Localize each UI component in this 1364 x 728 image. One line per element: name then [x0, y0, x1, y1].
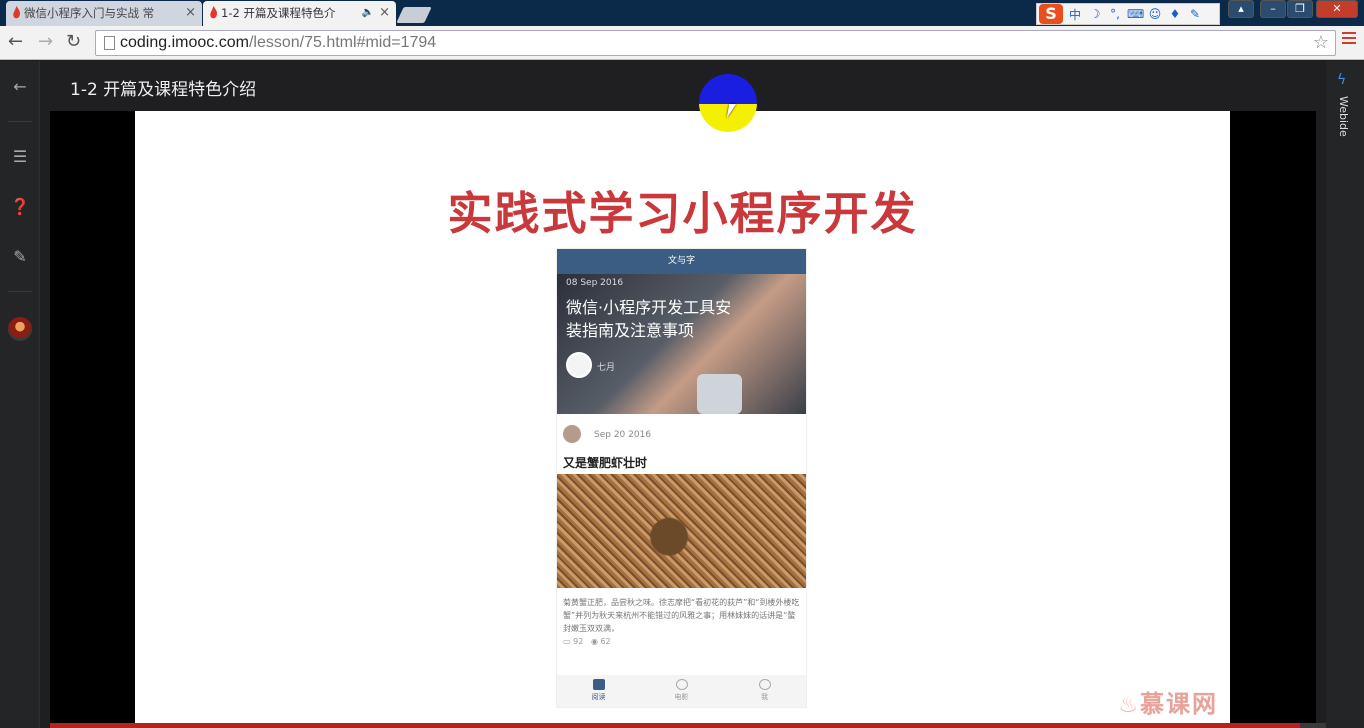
address-bar[interactable]: coding.imooc.com/lesson/75.html#mid=1794…: [95, 30, 1336, 56]
chat-bubble-icon: [758, 679, 771, 690]
chrome-menu-icon[interactable]: [1342, 32, 1356, 47]
hero-banner: 08 Sep 2016 微信·小程序开发工具安装指南及注意事项 七月: [557, 274, 806, 414]
back-arrow-icon[interactable]: ←: [10, 77, 30, 96]
app-tab-movie: 电影: [640, 675, 723, 707]
read-icon: [592, 679, 605, 690]
film-reel-icon: [675, 679, 688, 690]
moon-icon[interactable]: ☽: [1087, 7, 1103, 21]
post-body: 菊黄蟹正肥，品尝秋之味。徐志摩把“看初花的荻芦”和“到楼外楼吃蟹”并列为秋天来杭…: [563, 598, 800, 633]
lesson-header: 1-2 开篇及课程特色介绍: [40, 61, 1326, 111]
webide-tab[interactable]: Webide: [1337, 96, 1350, 137]
video-progress-bar[interactable]: [50, 723, 1326, 728]
avatar[interactable]: [8, 317, 32, 341]
bookmark-star-icon[interactable]: ☆: [1313, 32, 1329, 53]
ime-toolbar: S 中 ☽ °, ⌨ ☺ ♦ ✎: [1036, 3, 1220, 25]
close-icon[interactable]: ×: [185, 1, 196, 25]
app-title: 文与字: [557, 249, 806, 274]
ime-language-toggle[interactable]: 中: [1067, 6, 1083, 23]
post-meta: Sep 20 2016: [557, 414, 806, 454]
app-tab-label: 我: [761, 693, 768, 701]
chapter-list-icon[interactable]: ☰: [10, 147, 30, 166]
note-pencil-icon[interactable]: ✎: [10, 247, 30, 266]
wrench-icon[interactable]: ✎: [1187, 7, 1203, 21]
post-title: 又是蟹肥虾壮时: [563, 456, 648, 470]
user-icon[interactable]: ☺: [1147, 7, 1163, 21]
phone-in-hand-image: [697, 374, 742, 414]
account-button[interactable]: ▴: [1228, 0, 1254, 18]
comment-count: 92: [573, 637, 584, 646]
reload-icon[interactable]: ↻: [66, 31, 81, 53]
cursor-highlight: [699, 74, 757, 132]
skin-icon[interactable]: ♦: [1167, 7, 1183, 21]
browser-tab-strip: 微信小程序入门与实战 常 × 1-2 开篇及课程特色介 🔈 × S 中 ☽ °,…: [0, 0, 1364, 26]
post-date: Sep 20 2016: [594, 430, 652, 440]
hero-date: 08 Sep 2016: [566, 278, 624, 288]
post-stats: ▭ 92 ◉ 62: [557, 634, 806, 654]
imooc-watermark: ♨慕课网: [1118, 684, 1218, 719]
keyboard-icon[interactable]: ⌨: [1127, 7, 1144, 21]
app-tab-me: 我: [723, 675, 806, 707]
lightning-icon[interactable]: ϟ: [1337, 72, 1346, 88]
app-tab-bar: 阅读 电影 我: [557, 675, 806, 707]
imooc-favicon-icon: [13, 6, 21, 19]
url-host: coding.imooc.com: [120, 34, 249, 51]
browser-tab-course[interactable]: 微信小程序入门与实战 常 ×: [6, 1, 202, 26]
browser-toolbar: ← → ↻ coding.imooc.com/lesson/75.html#mi…: [0, 26, 1364, 60]
phone-mockup: 文与字 08 Sep 2016 微信·小程序开发工具安装指南及注意事项 七月 S…: [556, 248, 807, 708]
divider: [8, 291, 32, 292]
back-icon[interactable]: ←: [8, 31, 23, 53]
view-count: 62: [600, 637, 611, 646]
divider: [8, 121, 32, 122]
browser-tab-lesson[interactable]: 1-2 开篇及课程特色介 🔈 ×: [203, 1, 396, 26]
right-rail: [1326, 61, 1364, 728]
brand-text: 慕课网: [1140, 690, 1218, 718]
question-icon[interactable]: ❓: [10, 197, 30, 216]
minimize-button[interactable]: –: [1260, 0, 1286, 18]
url-path: /lesson/75.html#mid=1794: [248, 34, 437, 51]
left-rail: ← ☰ ❓ ✎: [0, 61, 40, 728]
app-tab-label: 电影: [674, 693, 689, 701]
flame-icon: ♨: [1118, 693, 1140, 718]
restore-button[interactable]: ❐: [1287, 0, 1313, 18]
eye-icon: ◉: [590, 637, 598, 646]
post-avatar: [563, 425, 581, 443]
speaker-icon[interactable]: 🔈: [362, 1, 374, 25]
hero-author: 七月: [597, 363, 616, 373]
window-close-button[interactable]: ✕: [1316, 0, 1358, 18]
slide-title: 实践式学习小程序开发: [447, 187, 918, 240]
page-icon: [104, 36, 115, 50]
comment-icon: ▭: [563, 637, 571, 646]
author-avatar: [566, 352, 592, 378]
crab-image: [557, 474, 806, 588]
app-tab-label: 阅读: [591, 693, 606, 701]
progress-fill: [50, 723, 1301, 728]
tab-label: 1-2 开篇及课程特色介: [221, 6, 336, 20]
video-frame-slide: 实践式学习小程序开发 文与字 08 Sep 2016 微信·小程序开发工具安装指…: [135, 111, 1230, 725]
imooc-favicon-icon: [210, 6, 218, 19]
forward-icon[interactable]: →: [38, 31, 53, 53]
page-title: 1-2 开篇及课程特色介绍: [70, 80, 257, 100]
app-tab-read: 阅读: [557, 675, 640, 707]
new-tab-button[interactable]: [396, 7, 432, 23]
close-icon[interactable]: ×: [379, 1, 390, 25]
sogou-logo-icon[interactable]: S: [1039, 4, 1063, 24]
tab-label: 微信小程序入门与实战 常: [24, 6, 155, 20]
hero-title: 微信·小程序开发工具安装指南及注意事项: [566, 298, 732, 340]
url-text[interactable]: coding.imooc.com/lesson/75.html#mid=1794: [120, 34, 436, 52]
punctuation-icon[interactable]: °,: [1107, 7, 1123, 21]
